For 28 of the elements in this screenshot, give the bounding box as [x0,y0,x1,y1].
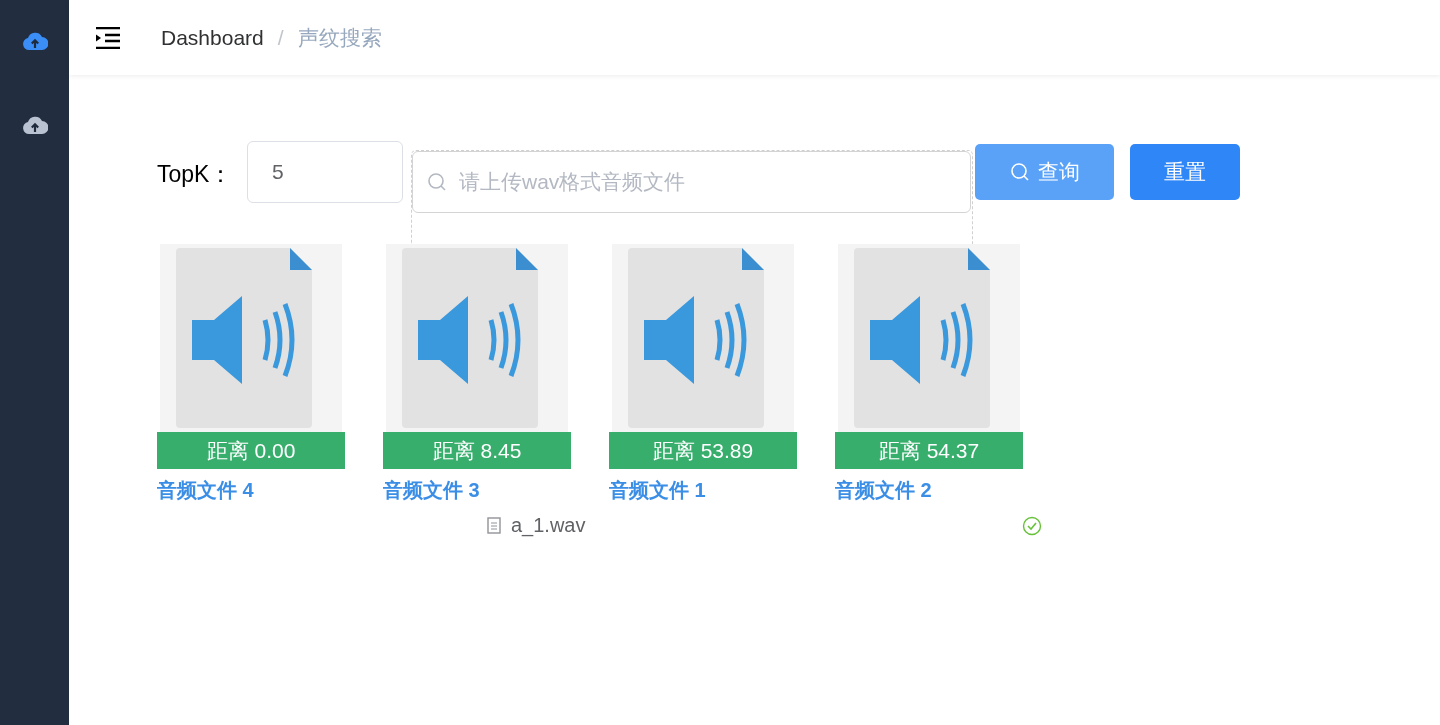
search-icon [1009,162,1030,182]
distance-badge: 距离 54.37 [835,432,1023,469]
audio-file-link[interactable]: 音频文件 3 [383,477,480,504]
audio-file-icon [612,244,794,432]
distance-badge: 距离 53.89 [609,432,797,469]
document-icon [487,517,501,534]
breadcrumb-separator: / [277,25,284,50]
distance-badge: 距离 0.00 [157,432,345,469]
reset-button[interactable]: 重置 [1130,144,1240,200]
upload-field[interactable]: 请上传wav格式音频文件 [412,151,971,213]
breadcrumb-item: 声纹搜索 [297,24,382,51]
audio-file-link[interactable]: 音频文件 4 [157,477,254,504]
topk-input[interactable]: 5 [247,141,403,203]
upload-drop-area[interactable]: 请上传wav格式音频文件 [411,150,973,244]
distance-badge: 距离 8.45 [383,432,571,469]
audio-file-icon [160,244,342,432]
audio-file-icon [386,244,568,432]
topk-label: TopK： [157,160,234,189]
search-icon [427,172,447,192]
audio-file-link[interactable]: 音频文件 1 [609,477,706,504]
menu-icon[interactable] [95,26,121,49]
uploaded-file-name: a_1.wav [511,514,586,537]
upload-cloud-icon[interactable] [21,114,48,136]
audio-file-icon [838,244,1020,432]
upload-cloud-icon[interactable] [21,30,48,52]
query-button[interactable]: 查询 [975,144,1114,200]
audio-file-link[interactable]: 音频文件 2 [835,477,932,504]
breadcrumb-item[interactable]: Dashboard [161,25,264,50]
